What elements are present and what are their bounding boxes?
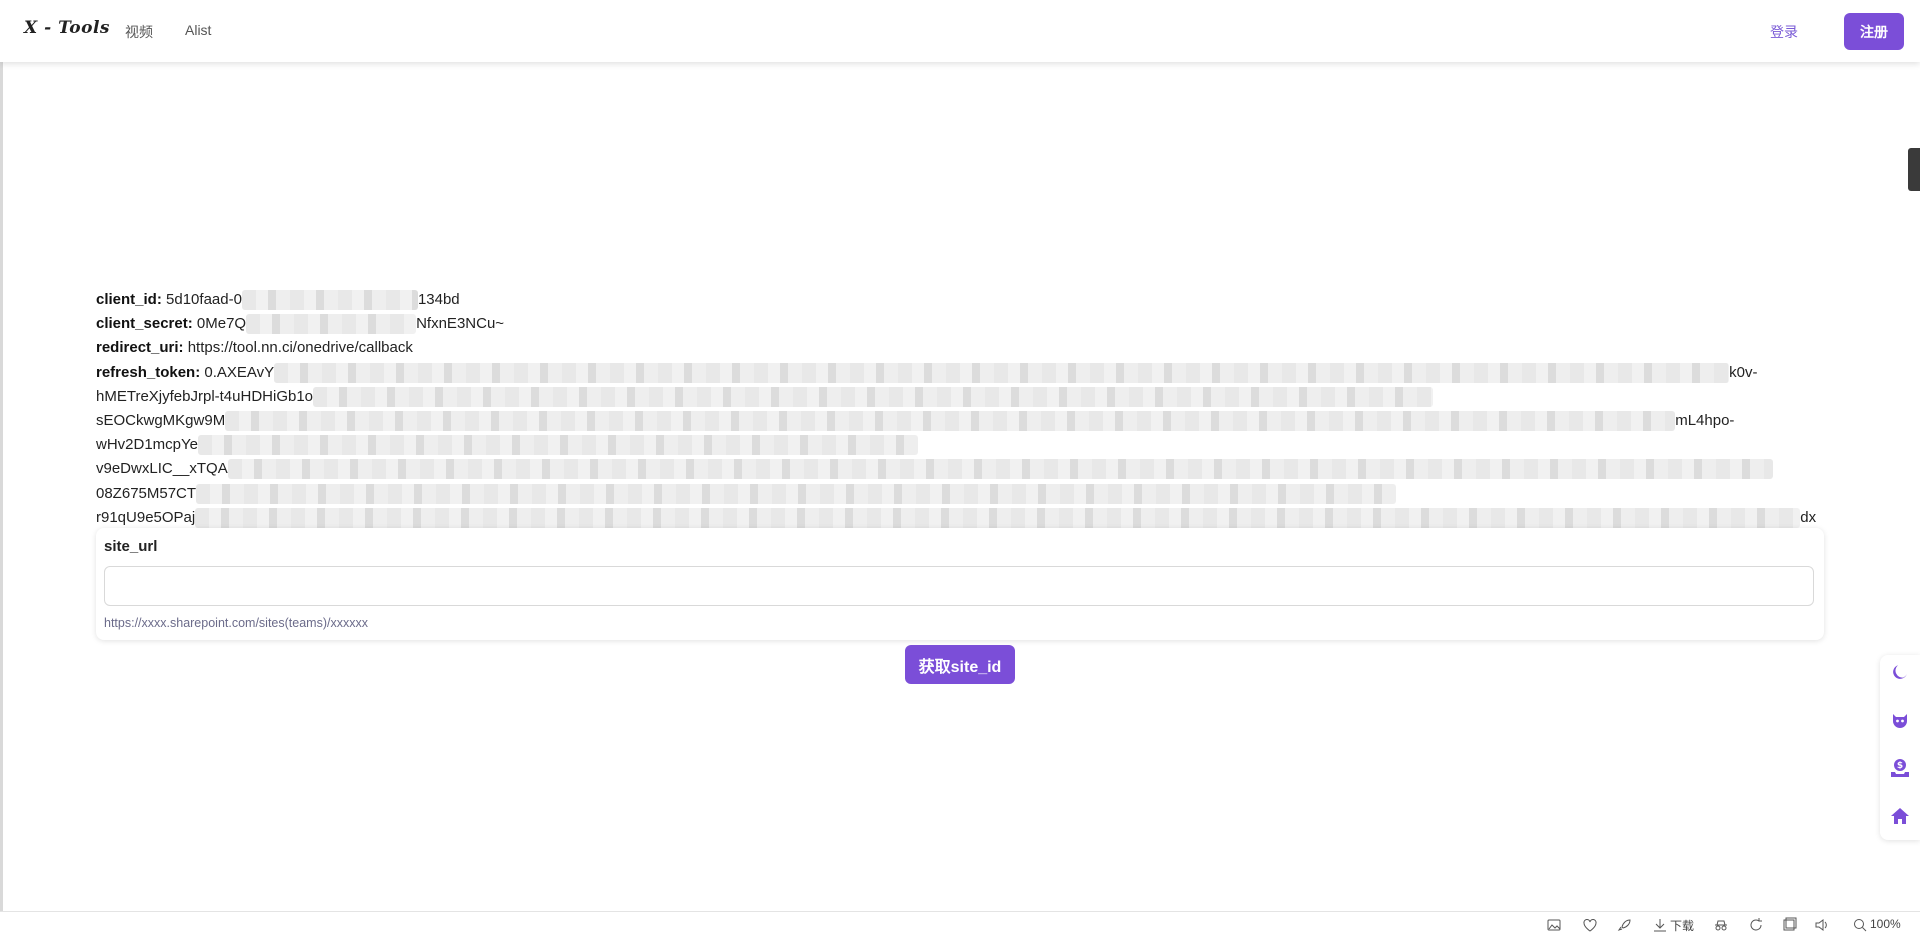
site-logo[interactable]: X - Tools [24,18,110,38]
redaction-blur [241,290,418,311]
moon-icon[interactable] [1890,662,1910,682]
token-line-2: hMETreXjyfebJrpl-t4uHDHiGb1o [96,385,1826,409]
refresh-token-row: refresh_token: 0.AXEAvY k0v- [96,361,1826,385]
token-line1-prefix: 0.AXEAvY [204,363,275,381]
login-link[interactable]: 登录 [1770,22,1798,42]
redirect-uri-value: https://tool.nn.ci/onedrive/callback [187,339,413,357]
client-id-prefix: 5d10faad-0 [166,291,242,308]
get-site-id-button[interactable]: 获取site_id [905,645,1015,684]
site-url-label: site_url [104,538,158,555]
site-url-input[interactable] [104,566,1814,606]
refresh-token-key: refresh_token: [96,363,201,381]
redaction-blur [225,411,1676,432]
home-icon[interactable] [1890,806,1910,826]
token-line1-suffix: k0v- [1729,363,1758,381]
token-line4-prefix: wHv2D1mcpYe [96,436,198,454]
redaction-blur [196,483,1397,504]
browser-statusbar: 下载 100% [0,911,1920,937]
token-line7-prefix: r91qU9e5OPaj [96,508,196,526]
token-line-5: v9eDwxLIC__xTQA [96,457,1826,481]
client-id-key: client_id: [96,291,162,308]
svg-text:$: $ [1897,761,1903,771]
incognito-icon[interactable] [1713,917,1729,933]
token-line-4: wHv2D1mcpYe [96,433,1826,457]
window-edge [0,0,3,937]
window-icon[interactable] [1781,917,1797,933]
token-line-7: r91qU9e5OPaj dx [96,506,1826,530]
zoom-level[interactable]: 100% [1870,917,1901,931]
redirect-uri-row: redirect_uri: https://tool.nn.ci/onedriv… [96,336,1826,360]
redaction-blur [227,459,1773,480]
zoom-icon[interactable] [1852,917,1868,933]
download-icon[interactable] [1652,917,1668,933]
token-line5-prefix: v9eDwxLIC__xTQA [96,460,228,478]
floating-toolbar: $ [1880,655,1920,840]
token-line-6: 08Z675M57CT [96,482,1826,506]
redirect-uri-key: redirect_uri: [96,339,184,357]
token-line6-prefix: 08Z675M57CT [96,484,197,502]
client-id-suffix: 134bd [417,291,460,308]
nav-item-alist[interactable]: Alist [185,22,211,38]
site-url-card: site_url https://xxxx.sharepoint.com/sit… [96,528,1824,640]
register-button[interactable]: 注册 [1844,13,1904,50]
github-icon[interactable] [1890,710,1910,730]
client-secret-row: client_secret: 0Me7Q NfxnE3NCu~ [96,312,1826,336]
token-line3-suffix: mL4hpo- [1675,412,1735,430]
redaction-blur [246,314,417,335]
site-url-hint: https://xxxx.sharepoint.com/sites(teams)… [104,616,368,630]
refresh-icon[interactable] [1748,917,1764,933]
redaction-blur [198,435,918,456]
token-info: client_id: 5d10faad-0 134bd client_secret… [96,288,1826,530]
redaction-blur [274,362,1730,383]
redaction-blur [313,386,1434,407]
client-secret-suffix: NfxnE3NCu~ [416,315,505,333]
token-line2-prefix: hMETreXjyfebJrpl-t4uHDHiGb1o [96,387,314,405]
download-label[interactable]: 下载 [1670,917,1694,934]
token-line7-suffix: dx [1800,508,1817,526]
token-line-3: sEOCkwgMKgw9M mL4hpo- [96,409,1826,433]
top-navbar: X - Tools 视频 Alist 登录 注册 [0,0,1920,62]
image-icon[interactable] [1546,917,1562,933]
client-id-row: client_id: 5d10faad-0 134bd [96,288,1826,312]
volume-icon[interactable] [1814,917,1830,933]
client-secret-prefix: 0Me7Q [196,315,247,333]
redaction-blur [195,507,1801,528]
rocket-icon[interactable] [1617,917,1633,933]
nav-item-video[interactable]: 视频 [125,22,153,42]
token-line3-prefix: sEOCkwgMKgw9M [96,412,226,430]
scrollbar-handle[interactable] [1908,148,1920,191]
client-secret-key: client_secret: [96,315,193,333]
heart-icon[interactable] [1582,917,1598,933]
donate-icon[interactable]: $ [1890,758,1910,778]
